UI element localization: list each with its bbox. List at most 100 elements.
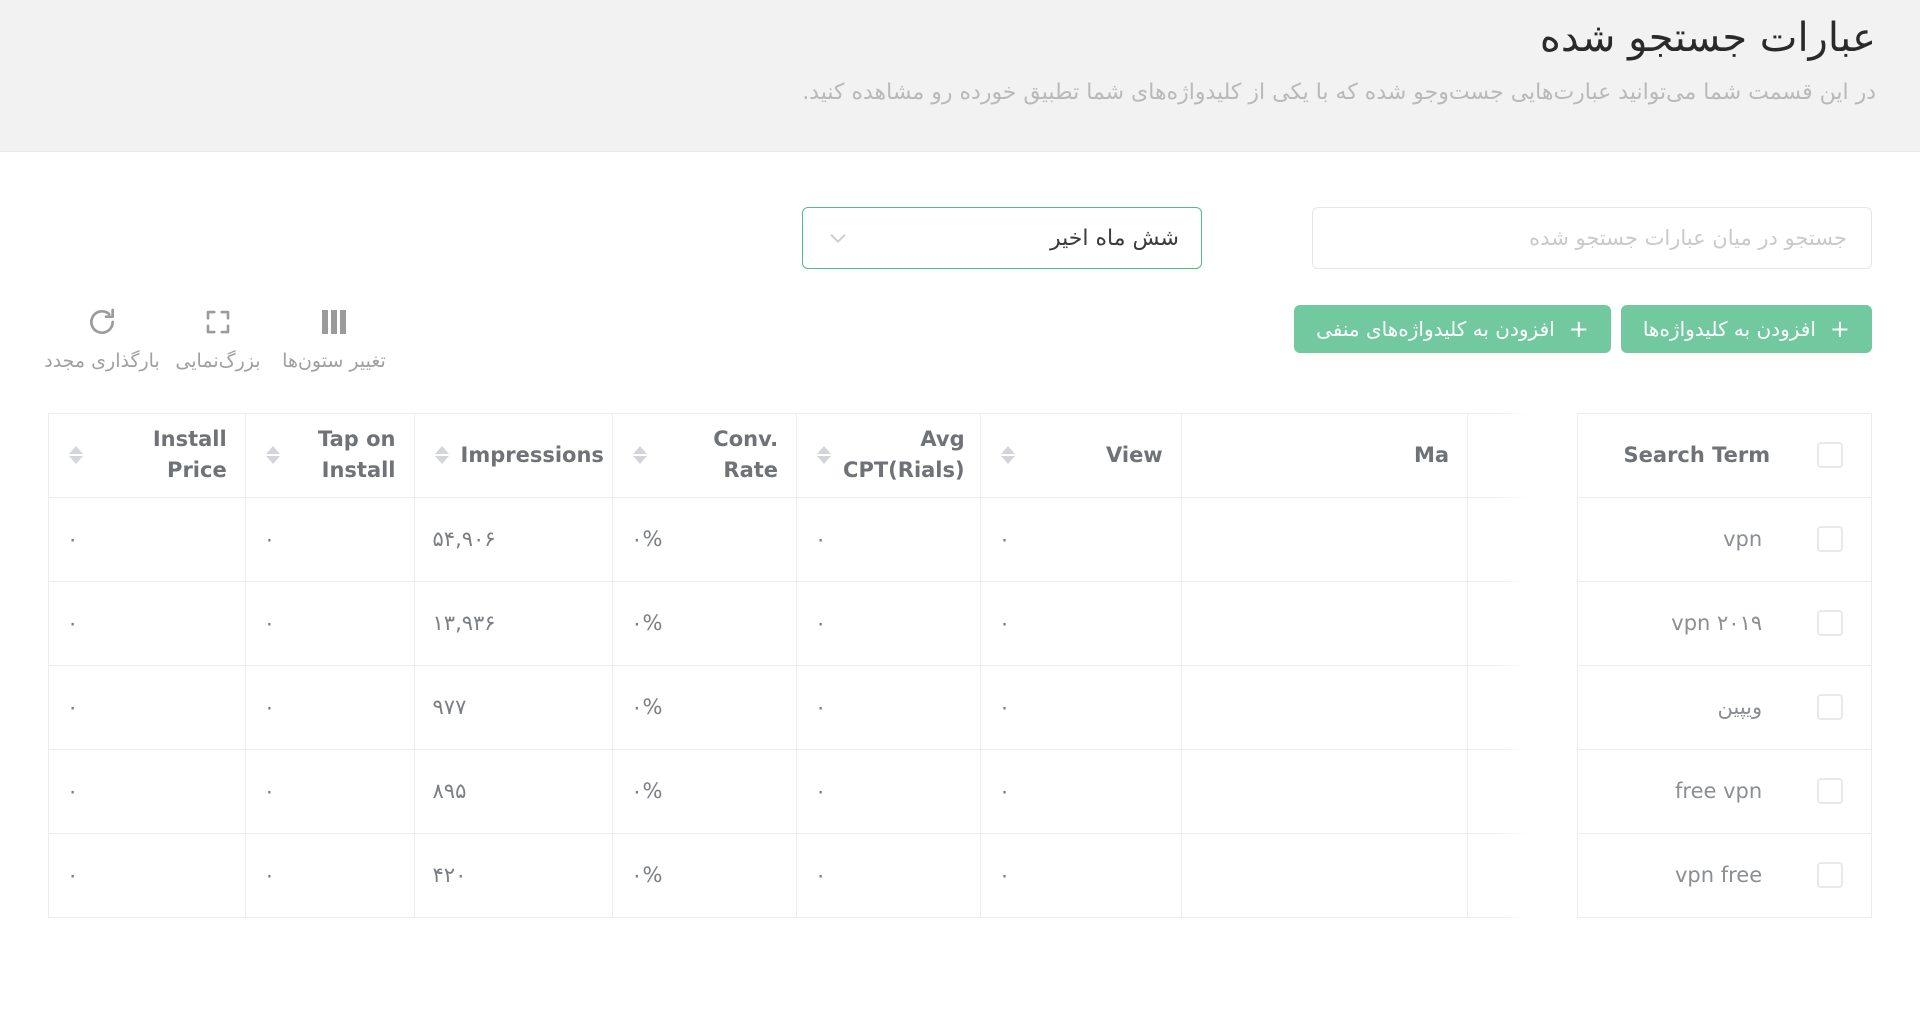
cell-view: ۰	[979, 833, 1182, 918]
column-header-tap-on-install[interactable]: Tap on Install	[244, 413, 415, 498]
row-checkbox-cell[interactable]	[1788, 749, 1872, 834]
row-checkbox[interactable]	[1816, 694, 1843, 721]
cell-install-price: ۰	[48, 665, 246, 750]
cell-avg-cpt: ۰	[796, 749, 981, 834]
cell-conv-rate: ۰%	[612, 665, 797, 750]
column-header-conv-rate[interactable]: Conv. Rate	[612, 413, 797, 498]
plus-icon: +	[1568, 315, 1589, 343]
sort-icon-avg-cpt[interactable]	[815, 446, 833, 465]
column-header-match-type[interactable]: Ma	[1180, 413, 1468, 498]
page-subtitle: در این قسمت شما می‌توانید عبارت‌هایی جست…	[802, 80, 1876, 105]
row-checkbox[interactable]	[1816, 610, 1843, 637]
add-to-keywords-button[interactable]: + افزودن به کلیدواژه‌ها	[1620, 305, 1872, 353]
cell-conv-rate: ۰%	[612, 749, 797, 834]
cell-search-term: ویپین	[1467, 665, 1789, 750]
add-to-negative-keywords-label: افزودن به کلیدواژه‌های منفی	[1316, 317, 1555, 341]
toggle-columns-button[interactable]: تغییر ستون‌ها	[276, 305, 392, 373]
cell-impressions: ۸۹۵	[413, 749, 613, 834]
fullscreen-label: بزرگ‌نمایی	[175, 350, 261, 372]
cell-match-type	[1180, 833, 1468, 918]
cell-avg-cpt: ۰	[796, 665, 981, 750]
row-checkbox[interactable]	[1816, 526, 1843, 553]
cell-conv-rate: ۰%	[612, 497, 797, 582]
column-label-conv-rate: Conv. Rate	[713, 427, 779, 483]
date-range-value: شش ماه اخیر	[1050, 225, 1179, 251]
page-header: عبارات جستجو شده در این قسمت شما می‌توان…	[0, 0, 1920, 152]
reload-button[interactable]: بارگذاری مجدد	[44, 305, 160, 373]
date-range-select[interactable]: شش ماه اخیر	[802, 207, 1202, 269]
column-header-install-price[interactable]: Install Price	[48, 413, 246, 498]
column-header-select-all[interactable]	[1788, 413, 1872, 498]
search-terms-table: Search Term Ma View Avg CPT(Rials) Conv.…	[48, 412, 1872, 918]
table-header-row: Search Term Ma View Avg CPT(Rials) Conv.…	[48, 413, 1872, 498]
table-row[interactable]: vpn ۰ ۰ ۰% ۵۴,۹۰۶ ۰ ۰	[48, 497, 1872, 582]
chevron-down-icon	[827, 227, 849, 249]
bulk-action-buttons: + افزودن به کلیدواژه‌ها + افزودن به کلید…	[1294, 305, 1872, 353]
sort-icon-impressions[interactable]	[433, 446, 451, 465]
cell-impressions: ۴۲۰	[413, 833, 613, 918]
columns-icon	[276, 305, 392, 339]
add-to-negative-keywords-button[interactable]: + افزودن به کلیدواژه‌های منفی	[1294, 305, 1611, 353]
select-all-checkbox[interactable]	[1816, 442, 1843, 469]
cell-install-price: ۰	[48, 833, 246, 918]
column-label-match-type: Ma	[1414, 442, 1450, 467]
cell-install-price: ۰	[48, 497, 246, 582]
plus-icon: +	[1829, 315, 1850, 343]
column-header-impressions[interactable]: Impressions	[413, 413, 613, 498]
row-checkbox[interactable]	[1816, 778, 1843, 805]
cell-avg-cpt: ۰	[796, 497, 981, 582]
action-row: + افزودن به کلیدواژه‌ها + افزودن به کلید…	[0, 269, 1920, 373]
column-label-impressions: Impressions	[460, 442, 604, 467]
column-label-avg-cpt: Avg CPT(Rials)	[843, 427, 965, 483]
sort-icon-conv-rate[interactable]	[631, 446, 649, 465]
cell-tap-on-install: ۰	[244, 749, 415, 834]
cell-view: ۰	[979, 749, 1182, 834]
reload-label: بارگذاری مجدد	[44, 350, 160, 372]
cell-view: ۰	[979, 497, 1182, 582]
cell-impressions: ۵۴,۹۰۶	[413, 497, 613, 582]
cell-install-price: ۰	[48, 581, 246, 666]
cell-view: ۰	[979, 665, 1182, 750]
column-header-search-term[interactable]: Search Term	[1467, 413, 1789, 498]
row-checkbox-cell[interactable]	[1788, 833, 1872, 918]
page-title: عبارات جستجو شده	[1539, 15, 1876, 61]
table-row[interactable]: ویپین ۰ ۰ ۰% ۹۷۷ ۰ ۰	[48, 665, 1872, 750]
table-head: Search Term Ma View Avg CPT(Rials) Conv.…	[48, 413, 1872, 498]
search-input[interactable]	[1335, 207, 1849, 269]
cell-search-term: vpn	[1467, 497, 1789, 582]
sort-icon-install-price[interactable]	[67, 446, 85, 465]
fullscreen-icon	[160, 305, 276, 339]
table-row[interactable]: vpn free ۰ ۰ ۰% ۴۲۰ ۰ ۰	[48, 833, 1872, 918]
cell-tap-on-install: ۰	[244, 581, 415, 666]
cell-view: ۰	[979, 581, 1182, 666]
row-checkbox-cell[interactable]	[1788, 581, 1872, 666]
search-terms-table-wrapper: Search Term Ma View Avg CPT(Rials) Conv.…	[48, 412, 1872, 918]
cell-match-type	[1180, 497, 1468, 582]
table-row[interactable]: free vpn ۰ ۰ ۰% ۸۹۵ ۰ ۰	[48, 749, 1872, 834]
row-checkbox-cell[interactable]	[1788, 497, 1872, 582]
cell-conv-rate: ۰%	[612, 833, 797, 918]
table-tools: تغییر ستون‌ها بزرگ‌نمایی بارگذاری مج	[44, 305, 392, 373]
column-header-avg-cpt[interactable]: Avg CPT(Rials)	[796, 413, 981, 498]
column-label-view: View	[1105, 442, 1163, 467]
cell-avg-cpt: ۰	[796, 833, 981, 918]
fullscreen-button[interactable]: بزرگ‌نمایی	[160, 305, 276, 373]
refresh-icon	[44, 305, 160, 339]
column-header-view[interactable]: View	[979, 413, 1182, 498]
sort-icon-view[interactable]	[999, 446, 1017, 465]
cell-match-type	[1180, 581, 1468, 666]
table-body: vpn ۰ ۰ ۰% ۵۴,۹۰۶ ۰ ۰ vpn ۲۰۱۹ ۰ ۰ ۰% ۱۳,۹۳۶ ۰ ۰ ویپین…	[48, 497, 1872, 918]
cell-impressions: ۹۷۷	[413, 665, 613, 750]
sort-icon-tap-on-install[interactable]	[264, 446, 282, 465]
column-label-install-price: Install Price	[152, 427, 227, 483]
table-row[interactable]: vpn ۲۰۱۹ ۰ ۰ ۰% ۱۳,۹۳۶ ۰ ۰	[48, 581, 1872, 666]
cell-tap-on-install: ۰	[244, 665, 415, 750]
row-checkbox[interactable]	[1816, 862, 1843, 889]
column-label-search-term: Search Term	[1623, 442, 1771, 467]
search-box[interactable]	[1312, 207, 1872, 269]
cell-search-term: vpn free	[1467, 833, 1789, 918]
row-checkbox-cell[interactable]	[1788, 665, 1872, 750]
cell-avg-cpt: ۰	[796, 581, 981, 666]
add-to-keywords-label: افزودن به کلیدواژه‌ها	[1642, 317, 1816, 341]
filters-row: شش ماه اخیر	[0, 152, 1920, 269]
